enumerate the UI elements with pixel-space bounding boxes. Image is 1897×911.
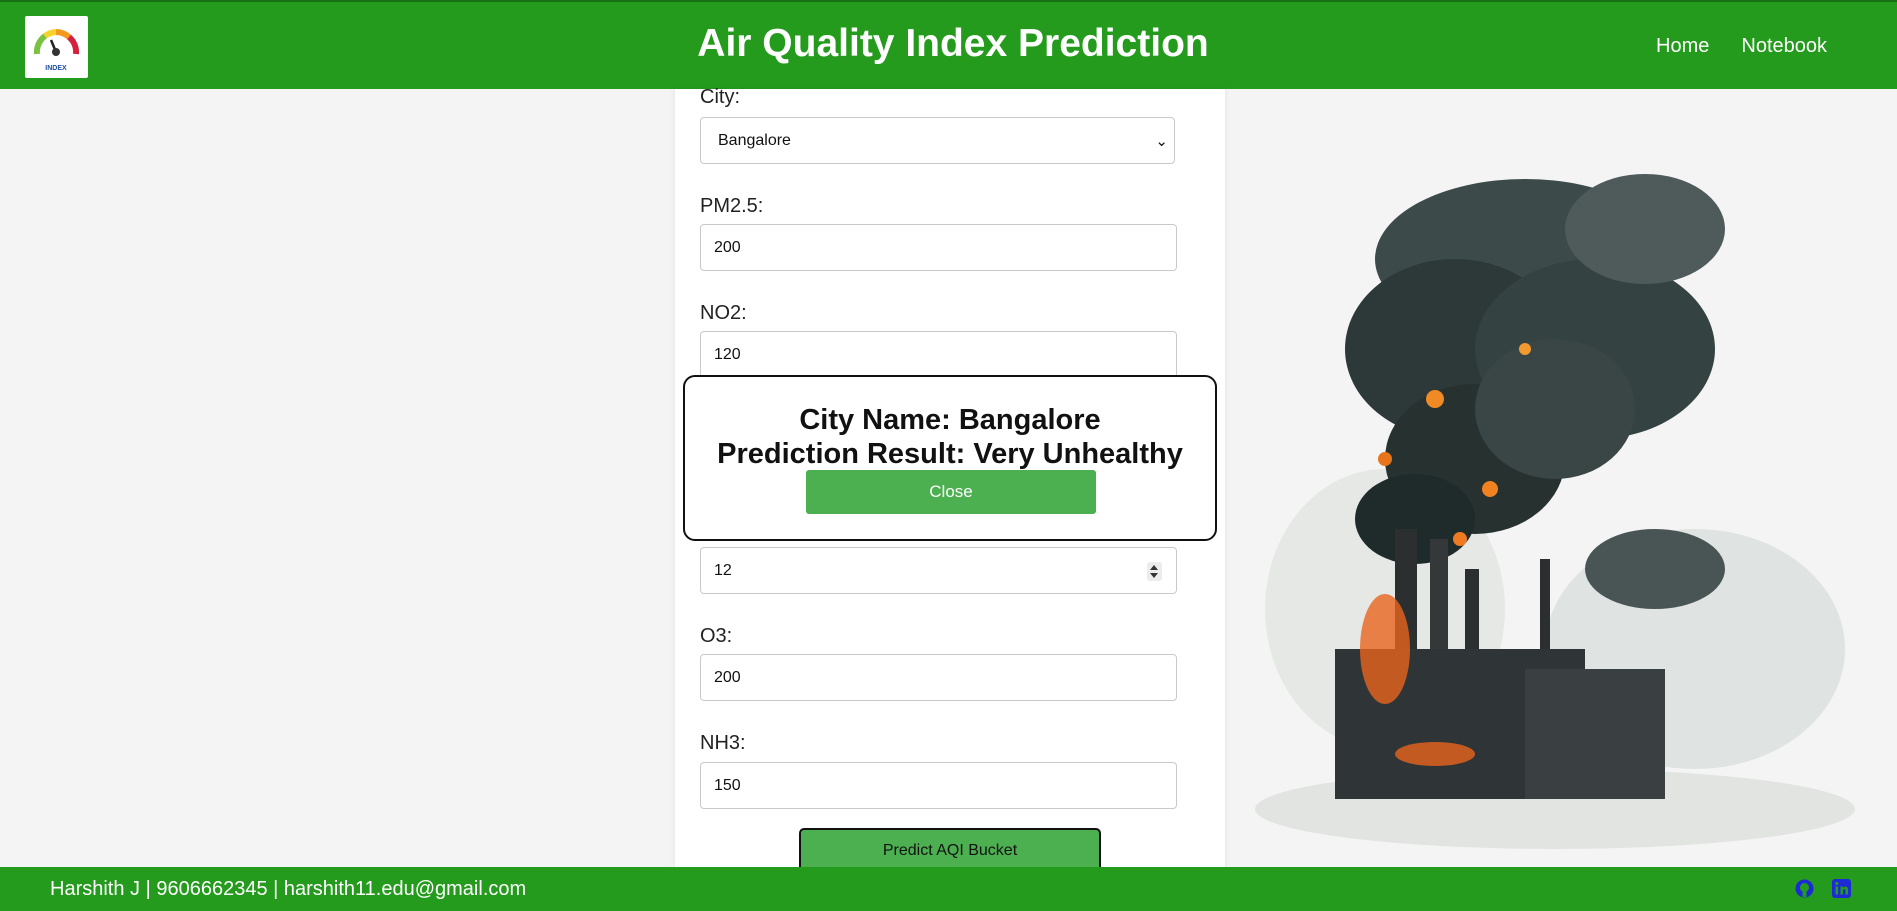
- header-bar: INDEX Air Quality Index Prediction Home …: [0, 0, 1897, 89]
- page-title: Air Quality Index Prediction: [697, 22, 1209, 65]
- factory-pollution-illustration: [1225, 89, 1897, 867]
- o3-label: O3:: [700, 625, 733, 647]
- no2-input[interactable]: 120: [700, 331, 1177, 378]
- pm25-label: PM2.5:: [700, 195, 764, 217]
- nav-notebook-link[interactable]: Notebook: [1741, 35, 1827, 58]
- spinner-icon[interactable]: [1147, 562, 1162, 581]
- linkedin-icon[interactable]: [1831, 878, 1852, 899]
- nh3-label: NH3:: [700, 732, 746, 754]
- city-select[interactable]: Bangalore ⌄: [700, 117, 1175, 164]
- city-label: City:: [700, 86, 740, 108]
- footer-bar: Harshith J | 9606662345 | harshith11.edu…: [0, 867, 1897, 911]
- chevron-down-icon: ⌄: [1155, 133, 1168, 150]
- co-input-value: 12: [714, 561, 732, 579]
- nav-home-link[interactable]: Home: [1656, 35, 1709, 58]
- modal-text: City Name: Bangalore Prediction Result: …: [685, 403, 1215, 471]
- footer-contact: Harshith J | 9606662345 | harshith11.edu…: [50, 878, 527, 900]
- social-links: [1794, 878, 1852, 899]
- logo-text: INDEX: [45, 65, 67, 72]
- modal-prediction-result: Prediction Result: Very Unhealthy: [717, 438, 1183, 470]
- city-select-value: Bangalore: [718, 131, 791, 149]
- co-input[interactable]: 12: [700, 547, 1177, 594]
- o3-input[interactable]: 200: [700, 654, 1177, 701]
- close-button[interactable]: Close: [806, 470, 1096, 514]
- nh3-input[interactable]: 150: [700, 762, 1177, 809]
- no2-label: NO2:: [700, 302, 747, 324]
- modal-city-name: City Name: Bangalore: [799, 404, 1101, 436]
- top-nav: Home Notebook: [1656, 35, 1827, 58]
- result-modal: City Name: Bangalore Prediction Result: …: [683, 375, 1217, 541]
- pm25-input[interactable]: 200: [700, 224, 1177, 271]
- github-icon[interactable]: [1794, 878, 1815, 899]
